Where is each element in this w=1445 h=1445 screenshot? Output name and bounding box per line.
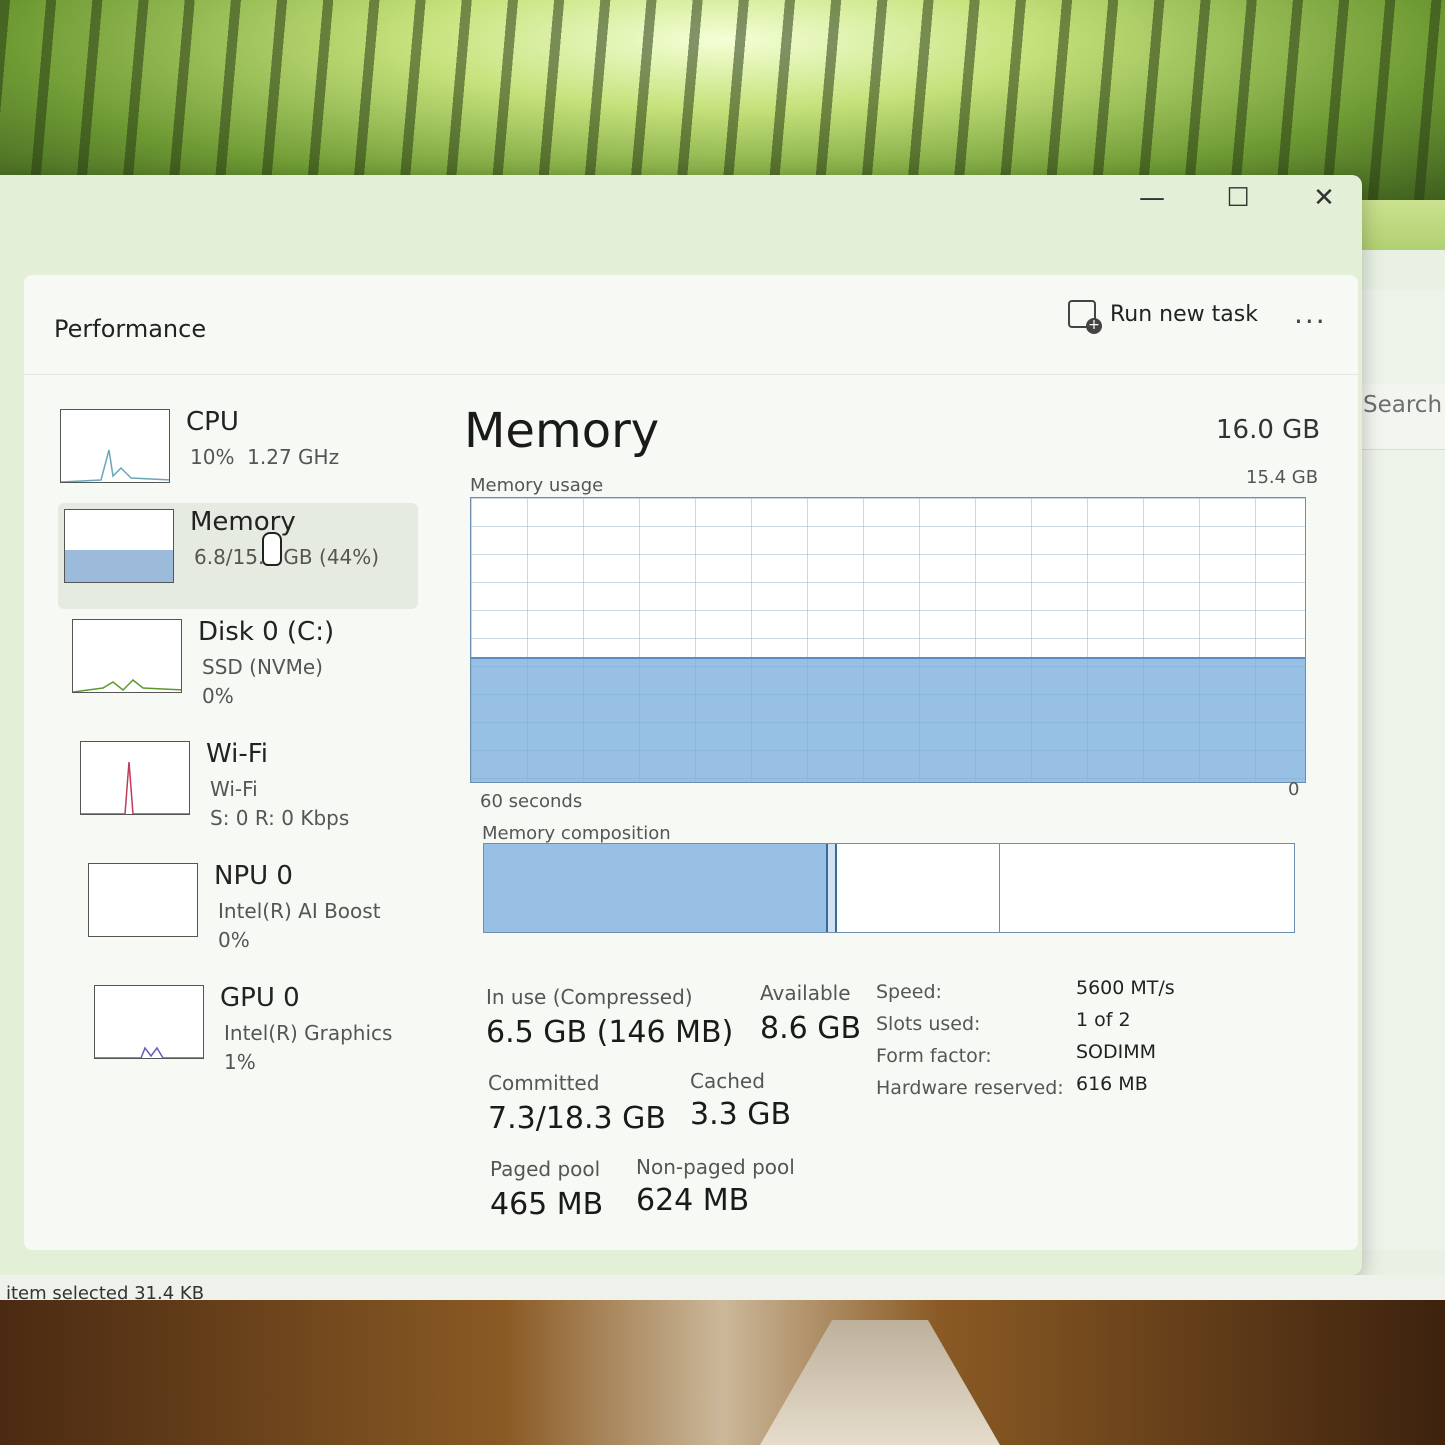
available-value: 8.6 GB <box>760 1011 862 1046</box>
close-button[interactable]: ✕ <box>1306 183 1342 213</box>
desktop-wallpaper-top <box>0 0 1445 200</box>
sidebar-item-wifi[interactable]: Wi-Fi Wi-Fi S: 0 R: 0 Kbps <box>74 735 434 841</box>
sidebar-item-disk[interactable]: Disk 0 (C:) SSD (NVMe) 0% <box>66 613 426 719</box>
cpu-graph-icon-graph <box>61 449 169 482</box>
memory-usage-label: Memory usage <box>470 475 604 496</box>
committed-value: 7.3/18.3 GB <box>488 1101 666 1136</box>
sidebar-item-name: Wi-Fi <box>206 739 269 769</box>
memory-composition-bar <box>483 843 1295 933</box>
wifi-graph-icon <box>80 741 190 815</box>
memory-graph-icon-graph <box>65 550 173 582</box>
committed-label: Committed <box>488 1071 600 1095</box>
graph-time-end: 0 <box>1288 779 1300 800</box>
page-title: Performance <box>54 315 207 343</box>
gpu-graph-icon <box>94 985 204 1059</box>
npu-graph-icon <box>88 863 198 937</box>
cpu-thumb-line <box>61 449 169 482</box>
desktop-wallpaper-bottom <box>0 1300 1445 1445</box>
gpu-graph-icon-graph <box>95 1046 203 1058</box>
memory-thumb-fill <box>65 550 173 582</box>
sidebar-item-name: GPU 0 <box>220 983 300 1013</box>
task-manager-window: — ☐ ✕ Performance Run new task ... CPU 10… <box>0 175 1362 1275</box>
sidebar-item-name: CPU <box>186 407 239 437</box>
sidebar-item-detail: Intel(R) AI Boost 0% <box>218 899 381 952</box>
paged-pool-label: Paged pool <box>490 1157 601 1181</box>
cached-value: 3.3 GB <box>690 1097 792 1132</box>
explorer-search-box[interactable]: Search a <box>1352 384 1445 450</box>
memory-total: 16.0 GB <box>1216 415 1321 445</box>
sidebar-item-cpu[interactable]: CPU 10% 1.27 GHz <box>54 403 414 509</box>
memory-usage-graph <box>470 497 1306 783</box>
sidebar-item-npu[interactable]: NPU 0 Intel(R) AI Boost 0% <box>82 857 442 963</box>
spec-hw-reserved-label: Hardware reserved: <box>876 1077 1064 1099</box>
composition-in-use[interactable] <box>484 844 826 932</box>
sidebar-item-detail: Intel(R) Graphics 1% <box>224 1021 393 1074</box>
graph-time-label: 60 seconds <box>480 791 583 812</box>
sidebar-item-name: Disk 0 (C:) <box>198 617 335 647</box>
npu-graph-icon-graph <box>89 864 198 937</box>
sidebar-item-gpu[interactable]: GPU 0 Intel(R) Graphics 1% <box>88 979 448 1085</box>
composition-modified[interactable] <box>826 844 837 932</box>
in-use-label: In use (Compressed) <box>486 985 693 1009</box>
run-task-label: Run new task <box>1110 301 1258 327</box>
memory-graph-icon <box>64 509 174 583</box>
run-new-task-button[interactable]: Run new task <box>1068 300 1258 334</box>
paged-pool-value: 465 MB <box>490 1187 604 1222</box>
nonpaged-pool-value: 624 MB <box>636 1183 750 1218</box>
sidebar-item-detail: 10% 1.27 GHz <box>190 445 340 469</box>
spec-hw-reserved-value: 616 MB <box>1076 1073 1148 1095</box>
sidebar-item-name: NPU 0 <box>214 861 293 891</box>
spec-form-factor-value: SODIMM <box>1076 1041 1157 1063</box>
disk-graph-icon <box>72 619 182 693</box>
more-options-button[interactable]: ... <box>1294 297 1327 330</box>
wifi-thumb-line <box>81 761 189 814</box>
spec-speed-value: 5600 MT/s <box>1076 977 1175 999</box>
sidebar-item-memory[interactable]: Memory 6.8/15.4 GB (44%) <box>58 503 418 609</box>
sidebar-item-detail: 6.8/15.4 GB (44%) <box>194 545 380 569</box>
wifi-graph-icon-graph <box>81 761 189 814</box>
sidebar-item-name: Memory <box>190 507 296 537</box>
maximize-button[interactable]: ☐ <box>1220 183 1256 213</box>
disk-graph-icon-graph <box>73 678 181 692</box>
run-task-icon <box>1068 300 1102 334</box>
spec-speed-label: Speed: <box>876 981 942 1003</box>
page-header: Performance Run new task ... <box>24 275 1358 375</box>
composition-free[interactable] <box>1000 844 1295 932</box>
available-label: Available <box>760 981 851 1005</box>
memory-usage-fill <box>471 657 1305 782</box>
disk-thumb-line <box>73 678 181 692</box>
memory-title: Memory <box>464 403 660 459</box>
memory-usage-max: 15.4 GB <box>1246 467 1319 488</box>
composition-standby[interactable] <box>837 844 1000 932</box>
cpu-graph-icon <box>60 409 170 483</box>
cached-label: Cached <box>690 1069 765 1093</box>
minimize-button[interactable]: — <box>1134 183 1170 213</box>
hand-cursor-icon <box>262 532 282 566</box>
sidebar-item-detail: Wi-Fi S: 0 R: 0 Kbps <box>210 777 350 830</box>
in-use-value: 6.5 GB (146 MB) <box>486 1015 734 1050</box>
sidebar-item-detail: SSD (NVMe) 0% <box>202 655 323 708</box>
gpu-thumb-line <box>95 1046 203 1058</box>
nonpaged-pool-label: Non-paged pool <box>636 1155 795 1179</box>
spec-form-factor-label: Form factor: <box>876 1045 992 1067</box>
memory-composition-label: Memory composition <box>482 823 671 844</box>
spec-slots-value: 1 of 2 <box>1076 1009 1131 1031</box>
performance-page: Performance Run new task ... CPU 10% 1.27… <box>24 275 1358 1250</box>
spec-slots-label: Slots used: <box>876 1013 981 1035</box>
window-controls: — ☐ ✕ <box>1134 183 1342 213</box>
